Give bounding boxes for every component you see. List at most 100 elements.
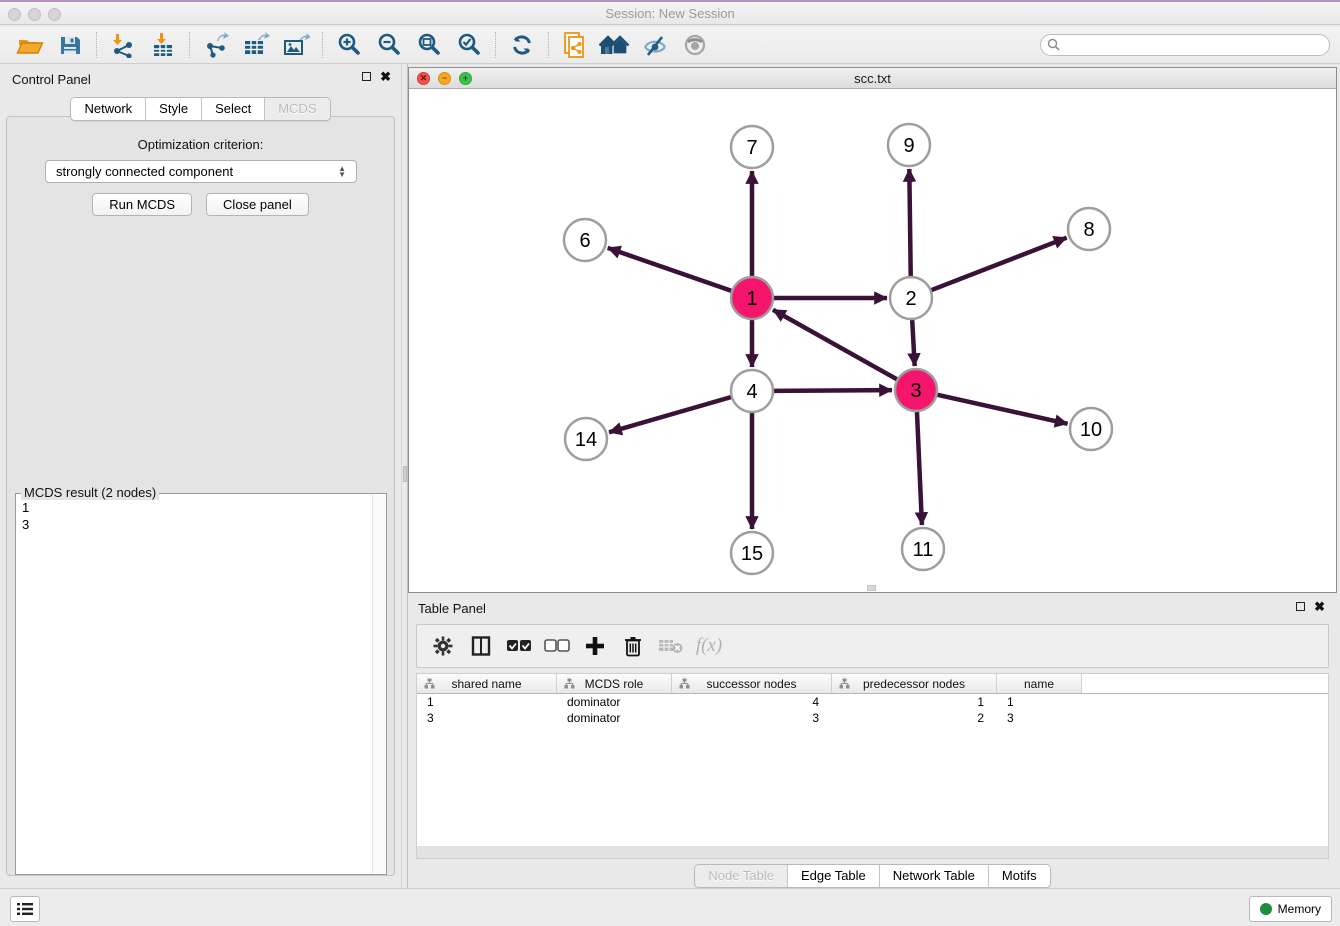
task-history-button[interactable]: [10, 896, 40, 922]
export-image-icon: [282, 32, 310, 58]
column-header-shared-name[interactable]: shared name: [417, 674, 557, 693]
column-header-name[interactable]: name: [997, 674, 1082, 693]
new-network-from-selection-button[interactable]: [555, 29, 595, 61]
graph-edge-2-8[interactable]: [932, 238, 1067, 290]
column-header-predecessor-nodes[interactable]: predecessor nodes: [832, 674, 997, 693]
mcds-result-scrollbar[interactable]: [372, 495, 386, 873]
show-all-button[interactable]: [675, 29, 715, 61]
run-mcds-button[interactable]: Run MCDS: [92, 193, 192, 216]
criterion-value: strongly connected component: [56, 164, 233, 179]
plus-icon: [584, 635, 606, 657]
panel-splitter[interactable]: [401, 64, 408, 888]
open-folder-icon: [16, 32, 44, 58]
tab-node-table[interactable]: Node Table: [695, 865, 788, 887]
tree-column-icon: [839, 678, 850, 689]
column-header-successor-nodes[interactable]: successor nodes: [672, 674, 832, 693]
table-cell[interactable]: 1: [417, 694, 557, 710]
show-columns-button[interactable]: [465, 630, 497, 662]
delete-column-button[interactable]: [617, 630, 649, 662]
tab-select[interactable]: Select: [202, 98, 265, 120]
splitter-grip[interactable]: [403, 466, 407, 482]
tab-motifs[interactable]: Motifs: [989, 865, 1050, 887]
graph-node-label-9: 9: [903, 135, 914, 157]
control-panel-float-icon[interactable]: [362, 72, 371, 81]
graph-node-label-1: 1: [746, 288, 757, 310]
destroy-table-icon: [658, 637, 684, 655]
save-session-button[interactable]: [50, 29, 90, 61]
canvas-grip[interactable]: [867, 585, 876, 591]
open-file-button[interactable]: [10, 29, 50, 61]
graph-edge-1-6[interactable]: [608, 248, 732, 291]
control-panel: Control Panel ✖ Network Style Select MCD…: [0, 64, 401, 888]
network-graph[interactable]: 7968124314101511: [409, 89, 1336, 592]
table-panel-title: Table Panel: [418, 601, 486, 616]
table-cell[interactable]: 3: [997, 710, 1082, 726]
search-input[interactable]: [1040, 34, 1330, 56]
task-list-icon: [17, 902, 33, 916]
table-cell[interactable]: dominator: [557, 694, 672, 710]
toolbar-separator: [189, 32, 190, 58]
table-panel: Table Panel ✖: [408, 595, 1337, 888]
zoom-in-button[interactable]: [329, 29, 369, 61]
tab-mcds[interactable]: MCDS: [265, 98, 329, 120]
network-window-titlebar[interactable]: ✕ − + scc.txt: [409, 68, 1336, 89]
import-table-icon: [150, 32, 176, 58]
zoom-selected-button[interactable]: [449, 29, 489, 61]
table-cell[interactable]: 4: [672, 694, 832, 710]
table-cell[interactable]: 3: [672, 710, 832, 726]
app-title: Session: New Session: [0, 6, 1340, 21]
apply-layout-button[interactable]: [502, 29, 542, 61]
graph-node-label-2: 2: [905, 288, 916, 310]
import-network-icon: [110, 32, 136, 58]
graph-edge-3-10[interactable]: [937, 395, 1067, 424]
zoom-fit-button[interactable]: [409, 29, 449, 61]
mcds-tab-content: Optimization criterion: strongly connect…: [6, 116, 395, 876]
export-image-button[interactable]: [276, 29, 316, 61]
tab-edge-table[interactable]: Edge Table: [788, 865, 880, 887]
table-panel-close-icon[interactable]: ✖: [1314, 601, 1325, 612]
deselect-all-button[interactable]: [541, 630, 573, 662]
table-settings-button[interactable]: [427, 630, 459, 662]
tree-column-icon: [564, 678, 575, 689]
zoom-in-icon: [336, 32, 362, 58]
tab-network[interactable]: Network: [71, 98, 146, 120]
table-cell[interactable]: 1: [997, 694, 1082, 710]
hide-selected-button[interactable]: [635, 29, 675, 61]
tab-network-table[interactable]: Network Table: [880, 865, 989, 887]
network-canvas[interactable]: 7968124314101511: [409, 89, 1336, 592]
table-cell[interactable]: 3: [417, 710, 557, 726]
table-cell[interactable]: 2: [832, 710, 997, 726]
table-panel-float-icon[interactable]: [1296, 602, 1305, 611]
export-table-button[interactable]: [236, 29, 276, 61]
close-panel-button[interactable]: Close panel: [206, 193, 309, 216]
import-table-button[interactable]: [143, 29, 183, 61]
show-eye-icon: [681, 33, 709, 57]
criterion-select[interactable]: strongly connected component ▲▼: [45, 160, 357, 183]
refresh-icon: [509, 32, 535, 58]
table-cell[interactable]: dominator: [557, 710, 672, 726]
graph-edge-4-3[interactable]: [774, 390, 892, 391]
column-header-MCDS-role[interactable]: MCDS role: [557, 674, 672, 693]
function-builder-button-disabled: f(x): [693, 630, 725, 662]
mcds-result-list[interactable]: 13: [16, 496, 371, 874]
graph-edge-3-11[interactable]: [917, 412, 922, 525]
table-row[interactable]: 1dominator411: [417, 694, 1328, 710]
memory-button[interactable]: Memory: [1249, 896, 1332, 922]
tab-style[interactable]: Style: [146, 98, 202, 120]
export-network-button[interactable]: [196, 29, 236, 61]
zoom-out-button[interactable]: [369, 29, 409, 61]
first-neighbors-button[interactable]: [595, 29, 635, 61]
create-column-button[interactable]: [579, 630, 611, 662]
table-row[interactable]: 3dominator323: [417, 710, 1328, 726]
graph-edge-2-9[interactable]: [909, 169, 910, 276]
graph-edge-3-1[interactable]: [773, 310, 897, 379]
table-body: 1dominator4113dominator323: [417, 694, 1328, 726]
control-panel-close-icon[interactable]: ✖: [380, 71, 391, 82]
graph-node-label-4: 4: [746, 381, 757, 403]
graph-edge-4-14[interactable]: [609, 397, 731, 432]
table-cell[interactable]: 1: [832, 694, 997, 710]
graph-node-label-10: 10: [1080, 419, 1102, 441]
graph-edge-2-3[interactable]: [912, 320, 915, 366]
import-network-button[interactable]: [103, 29, 143, 61]
select-all-button[interactable]: [503, 630, 535, 662]
